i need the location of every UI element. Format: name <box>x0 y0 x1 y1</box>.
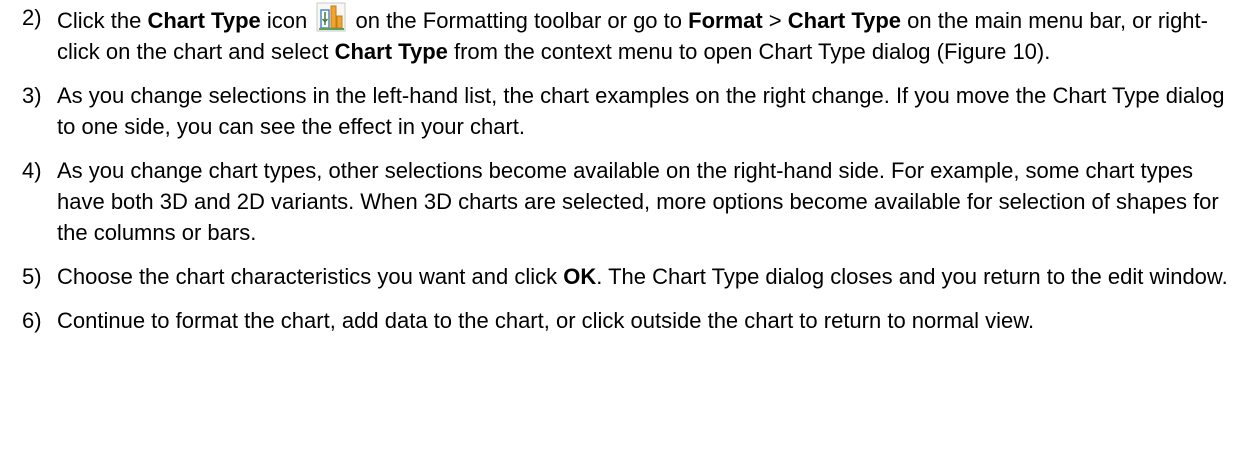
step-number: 4) <box>22 158 42 183</box>
chart-type-icon <box>316 2 346 32</box>
step-number: 3) <box>22 83 42 108</box>
step-number: 6) <box>22 308 42 333</box>
step-text: As you change selections in the left-han… <box>57 83 1225 139</box>
step-text: Click the Chart Type icon on the Formatt… <box>57 2 1232 67</box>
step-4: 4) As you change chart types, other sele… <box>22 155 1232 248</box>
step-2: 2) Click the Chart Type icon on the Form… <box>22 2 1232 67</box>
step-text: Continue to format the chart, add data t… <box>57 308 1035 333</box>
step-number: 2) <box>22 5 42 30</box>
ui-term-ok: OK <box>563 264 597 289</box>
step-5: 5) Choose the chart characteristics you … <box>22 261 1232 292</box>
ui-term-chart-type: Chart Type <box>334 39 448 64</box>
text-run: Choose the chart characteristics you wan… <box>57 264 564 289</box>
document-page: 2) Click the Chart Type icon on the Form… <box>0 0 1251 473</box>
text-run: > <box>762 8 788 33</box>
ui-term-chart-type: Chart Type <box>787 8 902 33</box>
step-text: As you change chart types, other selecti… <box>57 158 1219 245</box>
text-run: icon <box>260 8 308 33</box>
text-run: from the context menu to open Chart Type… <box>447 39 1051 64</box>
step-6: 6) Continue to format the chart, add dat… <box>22 305 1232 336</box>
step-number: 5) <box>22 264 42 289</box>
text-run: . The Chart Type dialog closes and you r… <box>596 264 1228 289</box>
step-text: Choose the chart characteristics you wan… <box>57 261 1232 292</box>
text-run: on the Formatting toolbar or go to <box>349 8 689 33</box>
ui-term-chart-type: Chart Type <box>147 8 261 33</box>
text-run: Click the <box>57 8 148 33</box>
instruction-list: 2) Click the Chart Type icon on the Form… <box>22 2 1232 349</box>
step-3: 3) As you change selections in the left-… <box>22 80 1232 142</box>
ui-term-format: Format <box>688 8 763 33</box>
